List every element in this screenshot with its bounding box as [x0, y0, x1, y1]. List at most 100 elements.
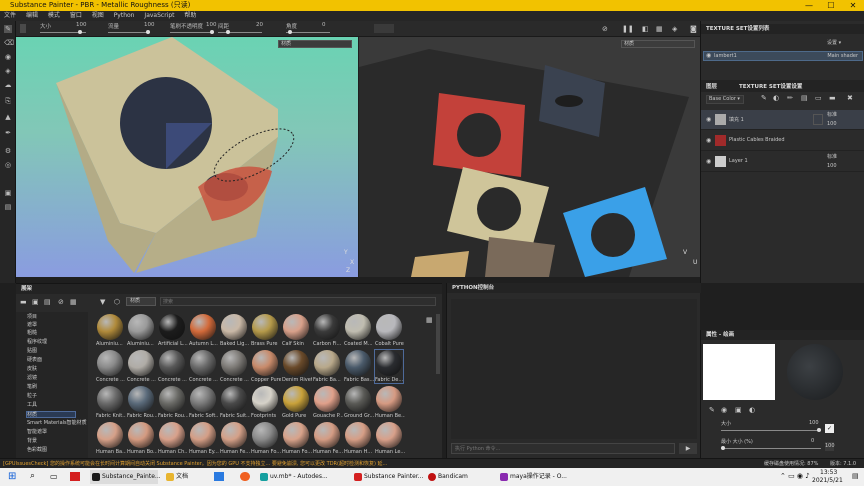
spacing-slider[interactable] [218, 32, 262, 33]
category-item[interactable]: 智能遮罩 [27, 429, 47, 436]
taskbar-app[interactable]: Substance Painter... [352, 470, 423, 484]
search-tag[interactable]: 材质 [126, 297, 156, 306]
prop-min-size-slider[interactable] [721, 448, 821, 449]
angle-value[interactable]: 0 [322, 22, 326, 28]
display-settings-icon[interactable]: ▣ [4, 189, 12, 197]
material-thumbnail[interactable]: Ground Gr... [344, 386, 374, 419]
spacing-slider-knob[interactable] [226, 30, 230, 34]
prop-mode-field[interactable]: 100 [825, 442, 835, 451]
layer-blend[interactable]: 标准 [827, 111, 845, 118]
viewport-3d[interactable]: 材质 Y X Z [16, 37, 358, 277]
material-thumbnail[interactable]: Human Fe... [313, 422, 343, 455]
grid-view-icon[interactable]: ▦ [70, 298, 77, 306]
tag-icon[interactable]: ⬡ [114, 298, 120, 306]
layer-blend[interactable]: 标准 [827, 153, 845, 160]
brush-tab-icon[interactable]: ✎ [709, 406, 715, 414]
flow-slider-knob[interactable] [146, 30, 150, 34]
shader-settings-icon[interactable]: ▤ [4, 203, 12, 211]
new-folder-icon[interactable]: ▣ [32, 298, 39, 306]
material-thumbnail[interactable]: Gouache P... [313, 386, 343, 419]
folder-icon[interactable]: ▬ [20, 298, 27, 306]
layer-visibility-icon[interactable]: ◉ [706, 116, 711, 123]
pause-icon[interactable]: ❚❚ [622, 25, 634, 33]
screenshot-icon[interactable]: ◙ [690, 25, 697, 33]
geometry-mask-icon[interactable]: ◈ [4, 67, 12, 75]
projection-icon[interactable]: ◉ [4, 53, 12, 61]
material-thumbnail[interactable]: Human Ey... [189, 422, 219, 455]
taskbar-app[interactable]: maya操作记录 - O... [498, 470, 578, 484]
material-thumbnail[interactable]: Aluminiu... [127, 314, 155, 347]
layer-row[interactable]: ◉ Plastic Cables Braided [701, 131, 864, 151]
layer-opacity[interactable]: 100 [827, 121, 845, 127]
close-button[interactable]: ✕ [842, 0, 864, 11]
minimize-button[interactable]: — [798, 0, 820, 11]
material-thumbnail[interactable]: Gold Pure [282, 386, 310, 419]
prop-min-size-value[interactable]: 0 [811, 438, 814, 444]
angle-slider-knob[interactable] [288, 30, 292, 34]
material-thumbnail[interactable]: Baked Lig... [220, 314, 249, 347]
python-run-button[interactable]: ▶ [679, 443, 697, 454]
flow-slider[interactable] [108, 32, 150, 33]
pinned-app-icon[interactable] [70, 472, 80, 481]
material-thumbnail[interactable]: Concrete ... [220, 350, 249, 383]
layer-visibility-icon[interactable]: ◉ [706, 158, 711, 165]
material-thumbnail[interactable]: Carbon Fi... [313, 314, 341, 347]
hide-icon[interactable]: ⊘ [58, 298, 64, 306]
material-thumbnail[interactable]: Concrete ... [127, 350, 156, 383]
windows-start-icon[interactable]: ⊞ [8, 471, 16, 482]
category-item[interactable]: 工具 [27, 402, 37, 409]
viewport-2d-channel-dropdown[interactable]: 材质 [621, 40, 695, 48]
layer-row[interactable]: ◉ Layer 1 标准 100 [701, 152, 864, 172]
material-thumbnail[interactable]: Concrete ... [158, 350, 187, 383]
render-icon[interactable]: ◈ [672, 25, 677, 33]
menu-window[interactable]: 窗口 [66, 11, 86, 21]
material-thumbnail[interactable]: Fabric Rou... [127, 386, 157, 419]
material-thumbnail[interactable]: Concrete ... [96, 350, 125, 383]
notification-icon[interactable]: ▤ [852, 472, 859, 480]
alpha-tab-icon[interactable]: ◉ [721, 406, 727, 414]
blend-channel-dropdown[interactable]: Base Color ▾ [706, 95, 744, 104]
material-thumbnail[interactable]: Fabric Ba... [313, 350, 341, 383]
category-item[interactable]: Smart Materials智能材质 [27, 420, 87, 427]
material-thumbnail[interactable]: Denim Rivet [282, 350, 312, 383]
viewport-2d[interactable]: 材质 V U [359, 37, 700, 277]
material-thumbnail[interactable]: Human Ba... [96, 422, 126, 455]
paint-brush-icon[interactable]: ✎ [4, 25, 12, 33]
filter-icon[interactable]: ▼ [100, 298, 105, 306]
menu-view[interactable]: 视图 [88, 11, 108, 21]
material-thumbnail[interactable]: Footprints [251, 386, 279, 419]
material-thumbnail[interactable]: Brass Pure [251, 314, 279, 347]
menu-mode[interactable]: 模式 [44, 11, 64, 21]
menu-help[interactable]: 帮助 [180, 11, 200, 21]
view-mode-icon[interactable]: ◧ [642, 25, 649, 33]
material-tab-icon[interactable]: ◐ [749, 406, 755, 414]
menu-file[interactable]: 文件 [0, 11, 20, 21]
stroke-opacity-value[interactable]: 100 [206, 22, 217, 28]
layer-row[interactable]: ◉ 填充 1 标准 100 [701, 110, 864, 130]
taskbar-app[interactable]: uv.mb* - Autodes... [258, 470, 330, 484]
material-thumbnail[interactable]: Human H... [344, 422, 372, 455]
material-thumbnail[interactable]: Fabric Knit... [96, 386, 126, 419]
thumbnail-size-icon[interactable]: ▦ [426, 316, 433, 324]
category-item[interactable]: 笔刷 [27, 384, 37, 391]
category-item[interactable]: 色彩截图 [27, 447, 47, 454]
material-thumbnail[interactable]: Fabric Bas... [344, 350, 374, 383]
taskbar-app[interactable]: Substance_Painte... [90, 470, 161, 484]
category-item[interactable]: 背景 [27, 438, 37, 445]
browser-icon[interactable] [214, 472, 224, 481]
material-thumbnail[interactable]: Human Bo... [127, 422, 157, 455]
material-thumbnail[interactable]: Human Ch... [158, 422, 188, 455]
flow-value[interactable]: 100 [144, 22, 155, 28]
material-thumbnail[interactable]: Fabric Suit... [220, 386, 250, 419]
smudge-icon[interactable]: ☁ [4, 81, 12, 89]
clone-icon[interactable]: ⎘ [4, 97, 12, 105]
category-item[interactable]: 粒子 [27, 393, 37, 400]
material-thumbnail[interactable]: Coated M... [344, 314, 373, 347]
material-thumbnail[interactable]: Fabric Soft... [189, 386, 219, 419]
symmetry-icon[interactable] [374, 24, 394, 33]
material-thumbnail[interactable]: Calf Skin [282, 314, 310, 347]
category-item[interactable]: 遮罩 [27, 322, 37, 329]
pen-pressure-toggle[interactable]: ✓ [825, 424, 834, 433]
bake-icon[interactable]: ⚙ [4, 147, 12, 155]
folder-icon[interactable]: ▬ [829, 94, 836, 102]
